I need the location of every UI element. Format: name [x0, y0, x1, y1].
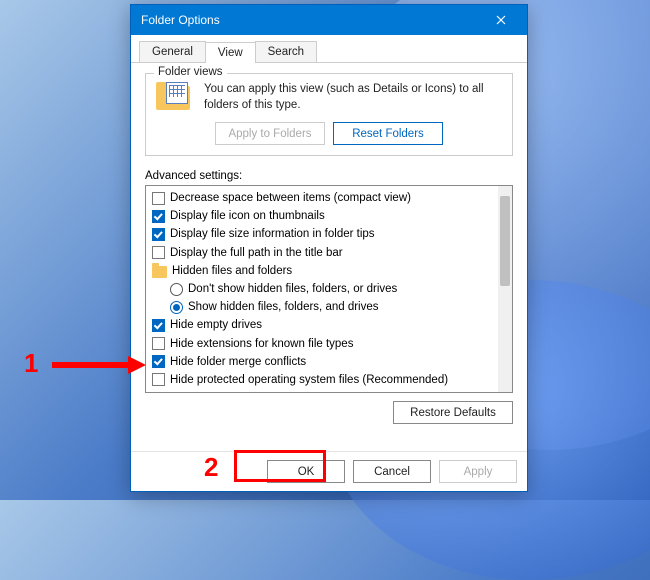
advanced-settings-tree[interactable]: Decrease space between items (compact vi… [145, 185, 513, 393]
advanced-item-0[interactable]: Decrease space between items (compact vi… [150, 189, 494, 207]
apply-to-folders-button: Apply to Folders [215, 122, 325, 145]
scroll-thumb[interactable] [500, 196, 510, 286]
checkbox-icon[interactable] [152, 210, 165, 223]
advanced-item-label: Display file icon on thumbnails [170, 210, 325, 222]
checkbox-icon[interactable] [152, 228, 165, 241]
checkbox-icon[interactable] [152, 337, 165, 350]
advanced-item-9[interactable]: Hide folder merge conflicts [150, 353, 494, 371]
window-title: Folder Options [141, 13, 481, 27]
annotation-arrow-1 [52, 362, 130, 368]
close-icon [496, 15, 506, 25]
checkbox-icon[interactable] [152, 246, 165, 259]
radio-icon[interactable] [170, 301, 183, 314]
advanced-item-label: Hide empty drives [170, 319, 262, 331]
restore-defaults-button[interactable]: Restore Defaults [393, 401, 513, 424]
advanced-item-label: Show hidden files, folders, and drives [188, 301, 379, 313]
apply-button: Apply [439, 460, 517, 483]
folder-options-dialog: Folder Options General View Search Folde… [130, 4, 528, 492]
advanced-item-label: Hidden files and folders [172, 265, 292, 277]
tab-body-view: Folder views You can apply this view (su… [131, 63, 527, 451]
tab-search[interactable]: Search [255, 41, 317, 62]
folder-views-description: You can apply this view (such as Details… [204, 82, 502, 113]
checkbox-icon[interactable] [152, 355, 165, 368]
ok-button[interactable]: OK [267, 460, 345, 483]
tab-general[interactable]: General [139, 41, 206, 62]
folder-views-group: Folder views You can apply this view (su… [145, 73, 513, 156]
advanced-item-label: Hide folder merge conflicts [170, 356, 306, 368]
advanced-item-11[interactable]: Launch folder windows in a separate proc… [150, 389, 494, 393]
advanced-item-2[interactable]: Display file size information in folder … [150, 225, 494, 243]
advanced-settings-label: Advanced settings: [145, 170, 513, 182]
titlebar[interactable]: Folder Options [131, 5, 527, 35]
checkbox-icon[interactable] [152, 392, 165, 393]
checkbox-icon[interactable] [152, 373, 165, 386]
scrollbar[interactable] [498, 186, 512, 392]
advanced-item-label: Decrease space between items (compact vi… [170, 192, 411, 204]
folder-views-icon [156, 82, 194, 114]
advanced-item-label: Don't show hidden files, folders, or dri… [188, 283, 397, 295]
annotation-number-1: 1 [24, 348, 38, 379]
tab-strip: General View Search [131, 35, 527, 63]
advanced-item-label: Launch folder windows in a separate proc… [170, 392, 400, 393]
advanced-item-10[interactable]: Hide protected operating system files (R… [150, 371, 494, 389]
advanced-item-1[interactable]: Display file icon on thumbnails [150, 207, 494, 225]
advanced-item-label: Hide protected operating system files (R… [170, 374, 448, 386]
cancel-button[interactable]: Cancel [353, 460, 431, 483]
advanced-item-5[interactable]: Don't show hidden files, folders, or dri… [150, 280, 494, 298]
advanced-item-label: Display file size information in folder … [170, 228, 375, 240]
advanced-item-7[interactable]: Hide empty drives [150, 316, 494, 334]
close-button[interactable] [481, 6, 521, 34]
advanced-item-8[interactable]: Hide extensions for known file types [150, 335, 494, 353]
checkbox-icon[interactable] [152, 192, 165, 205]
folder-icon [152, 266, 167, 278]
radio-icon[interactable] [170, 283, 183, 296]
reset-folders-button[interactable]: Reset Folders [333, 122, 443, 145]
dialog-button-row: OK Cancel Apply [131, 451, 527, 491]
folder-views-title: Folder views [154, 66, 227, 78]
advanced-item-label: Hide extensions for known file types [170, 338, 353, 350]
tab-view[interactable]: View [205, 42, 256, 63]
advanced-item-4[interactable]: Hidden files and folders [150, 262, 494, 280]
checkbox-icon[interactable] [152, 319, 165, 332]
advanced-item-label: Display the full path in the title bar [170, 247, 343, 259]
advanced-item-3[interactable]: Display the full path in the title bar [150, 244, 494, 262]
advanced-item-6[interactable]: Show hidden files, folders, and drives [150, 298, 494, 316]
